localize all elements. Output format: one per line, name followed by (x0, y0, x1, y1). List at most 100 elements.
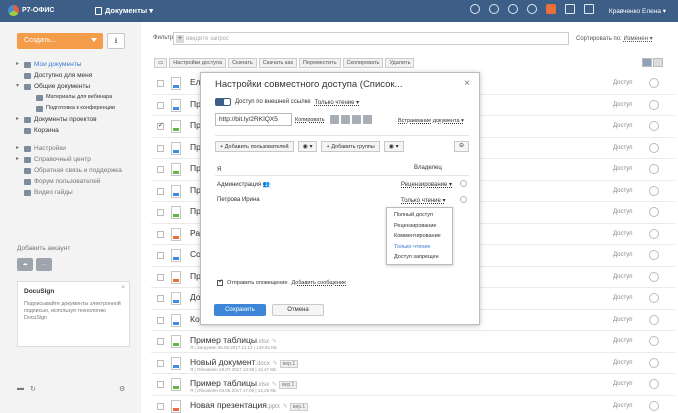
rights-option[interactable]: Рецензирование (387, 221, 452, 232)
sidebar-item[interactable]: ▾ Общие документы (16, 81, 138, 92)
more-actions-icon[interactable] (649, 78, 659, 88)
sidebar-item[interactable]: ▸ Справочный центр (16, 154, 138, 165)
access-button[interactable]: Доступ (613, 123, 633, 129)
add-message-link[interactable]: Добавить сообщение (292, 280, 347, 286)
version-badge[interactable]: вер.1 (279, 359, 299, 368)
add-users-button[interactable]: + Добавить пользователей (215, 141, 294, 152)
sidebar-item[interactable]: Форум пользователей (16, 176, 138, 187)
owncloud-icon[interactable]: ☁ (17, 258, 33, 271)
help-icon[interactable] (470, 4, 480, 14)
rights-select[interactable]: Рецензирование ▾ (401, 181, 452, 188)
toolbar-button[interactable]: Переместить (298, 58, 341, 68)
user-menu[interactable]: Кравченко Елена ▾ (609, 7, 666, 15)
access-button[interactable]: Доступ (613, 102, 633, 108)
file-row[interactable]: Пример таблицы.xlsx ✎ Я | Загружен 05.08.2… (151, 331, 675, 353)
file-checkbox[interactable] (157, 101, 164, 109)
file-checkbox[interactable] (157, 80, 164, 87)
file-checkbox[interactable] (157, 359, 164, 367)
remove-icon[interactable] (460, 180, 467, 187)
gear-icon[interactable]: ⚙ (119, 385, 125, 393)
toolbar-button[interactable]: Скопировать (342, 58, 384, 68)
file-checkbox[interactable] (157, 295, 164, 302)
sidebar-item[interactable]: Видео гайды (16, 187, 138, 198)
version-badge[interactable]: вер.1 (278, 381, 298, 389)
shorten-link-icon[interactable] (329, 115, 339, 124)
file-checkbox[interactable] (157, 187, 164, 195)
access-button[interactable]: Доступ (613, 274, 633, 280)
file-name[interactable]: Ко (190, 314, 200, 324)
rights-option[interactable]: Полный доступ (387, 210, 452, 221)
copy-link-button[interactable]: Копировать (295, 117, 325, 123)
rights-select[interactable]: Только чтение ▾ (401, 197, 446, 204)
access-button[interactable]: Доступ (613, 188, 633, 194)
close-icon[interactable]: × (121, 285, 125, 291)
sidebar-item[interactable]: Подготовка к конференции (16, 103, 138, 114)
toolbar-button[interactable]: Скачать (228, 58, 257, 68)
more-actions-icon[interactable] (649, 379, 659, 389)
people-icon[interactable] (527, 4, 537, 14)
link-icon[interactable]: ⊖ (454, 141, 469, 152)
sidebar-item[interactable]: Обратная связь и поддержка (16, 165, 138, 176)
file-name[interactable]: Пример таблицы.xlsx ✎ вер.1 (190, 378, 298, 389)
more-actions-icon[interactable] (649, 121, 659, 131)
cancel-button[interactable]: Отмена (272, 304, 324, 316)
more-actions-icon[interactable] (649, 185, 659, 196)
file-checkbox[interactable] (157, 273, 164, 281)
close-icon[interactable]: × (464, 78, 470, 89)
access-button[interactable]: Доступ (613, 403, 633, 409)
more-actions-icon[interactable] (649, 228, 659, 239)
access-button[interactable]: Доступ (613, 231, 633, 237)
email-icon[interactable] (340, 115, 350, 124)
access-button[interactable]: Доступ (613, 80, 633, 86)
share-link-input[interactable] (215, 113, 292, 126)
eye-icon[interactable]: ◉ ▾ (383, 141, 404, 152)
upload-button[interactable]: ⭳ (107, 33, 125, 49)
file-checkbox[interactable] (157, 402, 164, 410)
settings-icon[interactable] (489, 4, 499, 14)
toolbar-button[interactable]: Настройки доступа (169, 58, 227, 68)
search-icon[interactable] (508, 4, 518, 14)
sidebar-item[interactable]: Корзина (16, 125, 138, 136)
file-name[interactable]: Пример таблицы.xlsx ✎ (190, 335, 277, 345)
file-checkbox[interactable] (157, 209, 164, 216)
add-groups-button[interactable]: + Добавить группы (321, 141, 380, 152)
eye-icon[interactable]: ◉ ▾ (297, 141, 318, 152)
add-filter-icon[interactable]: + (176, 35, 184, 43)
external-link-toggle[interactable] (215, 98, 231, 106)
access-button[interactable]: Доступ (613, 145, 633, 151)
file-checkbox[interactable] (157, 230, 164, 238)
save-button[interactable]: Сохранить (214, 304, 266, 316)
more-actions-icon[interactable] (649, 207, 659, 217)
refresh-icon[interactable]: ↻ (30, 385, 36, 393)
chat-icon[interactable] (565, 4, 575, 14)
link-mode-select[interactable]: Только чтение ▾ (315, 99, 360, 106)
file-name[interactable]: Ра (190, 228, 200, 238)
create-button[interactable]: Создать... (17, 33, 103, 49)
feed-icon[interactable] (546, 4, 556, 14)
access-button[interactable]: Доступ (613, 166, 633, 172)
more-actions-icon[interactable] (649, 336, 659, 346)
twitter-icon[interactable] (362, 115, 372, 124)
toolbar-button[interactable]: Удалить (385, 58, 415, 68)
access-button[interactable]: Доступ (613, 252, 633, 258)
file-row[interactable]: Новая презентация.pptx ✎ вер.1 Доступ (151, 396, 675, 413)
file-checkbox[interactable] (157, 121, 164, 130)
rights-option[interactable]: Только чтение (387, 242, 452, 253)
more-accounts-button[interactable]: ... (36, 258, 52, 271)
pencil-icon[interactable]: ✎ (283, 404, 288, 410)
more-actions-icon[interactable] (649, 142, 659, 153)
more-actions-icon[interactable] (649, 99, 659, 110)
sidebar-item[interactable]: ▸ Документы проектов (16, 114, 138, 125)
more-actions-icon[interactable] (649, 314, 659, 325)
more-actions-icon[interactable] (649, 293, 659, 303)
list-view-icon[interactable] (642, 58, 652, 67)
toolbar-button[interactable]: Скачать как (258, 58, 297, 68)
access-button[interactable]: Доступ (613, 295, 633, 301)
file-name[interactable]: До (190, 292, 201, 302)
module-switcher[interactable]: Документы ▾ (95, 6, 153, 15)
version-badge[interactable]: вер.1 (289, 402, 309, 411)
file-name[interactable]: Новая презентация.pptx ✎ вер.1 (190, 400, 309, 411)
file-checkbox[interactable] (157, 252, 164, 259)
more-actions-icon[interactable] (649, 271, 659, 282)
access-button[interactable]: Доступ (613, 209, 633, 215)
